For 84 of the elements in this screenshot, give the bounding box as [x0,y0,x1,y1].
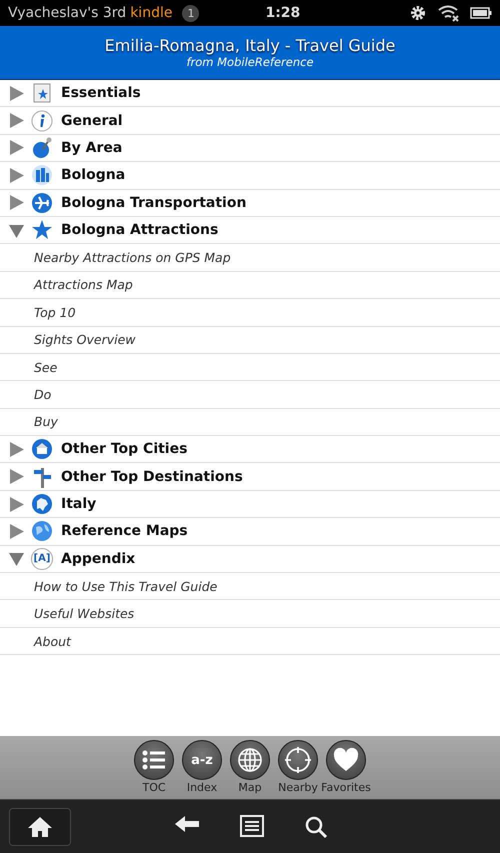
section-label: Italy [61,496,96,512]
section-label: By Area [61,140,122,156]
section-row[interactable]: [A] Appendix [0,546,500,574]
section-label: Appendix [61,550,136,567]
search-icon [304,814,328,838]
expand-triangle-icon[interactable] [8,84,25,102]
subsection-row[interactable]: About [0,628,500,656]
battery-icon [470,7,492,19]
crosshair-icon [284,746,312,774]
section-row[interactable]: Other Top Cities [0,436,500,464]
section-row[interactable]: General [0,107,500,135]
back-arrow-icon [174,814,200,832]
list-icon [142,749,166,771]
expand-triangle-icon[interactable] [8,112,25,130]
pushpin-icon [31,136,53,159]
expand-triangle-icon[interactable] [8,496,25,513]
house-icon [31,438,53,460]
settings-icon[interactable] [410,5,426,21]
expand-triangle-icon[interactable] [8,468,25,486]
section-label: Essentials [61,85,141,102]
subsection-row[interactable]: Useful Websites [0,600,500,628]
section-label: Bologna Transportation [61,194,246,211]
europe-map-icon [31,493,53,516]
section-label: Other Top Cities [61,441,188,458]
expand-triangle-icon[interactable] [8,139,25,156]
section-label: Bologna Attractions [61,222,218,238]
section-row[interactable]: Other Top Destinations [0,463,500,491]
search-button[interactable] [304,814,328,838]
subsection-label: Nearby Attractions on GPS Map [34,250,231,266]
subsection-row[interactable]: Attractions Map [0,272,500,300]
expand-triangle-icon[interactable] [8,166,25,184]
signpost-icon [31,466,53,488]
a-z-glyph: a-z [191,752,213,768]
home-icon [27,816,53,838]
globe-icon [237,747,263,773]
menu-button[interactable] [240,814,264,838]
section-row[interactable]: Reference Maps [0,518,500,546]
buildings-icon [31,164,53,186]
airplane-icon [31,192,53,214]
section-label: Bologna [61,167,126,184]
subsection-label: Attractions Map [34,277,133,292]
section-row[interactable]: Bologna [0,162,500,190]
subsection-label: See [34,360,58,375]
subsection-label: About [34,634,71,648]
expand-triangle-icon[interactable] [8,194,25,212]
subsection-label: Buy [34,414,58,430]
heart-icon [332,747,360,773]
subsection-row[interactable]: See [0,354,500,382]
subsection-label: Sights Overview [34,332,136,348]
section-row[interactable]: Essentials [0,80,500,108]
section-row[interactable]: Italy [0,490,500,518]
device-name: Vyacheslav's 3rd [8,5,126,21]
collapse-triangle-icon[interactable] [8,550,25,568]
subsection-row[interactable]: Top 10 [0,299,500,327]
subsection-row[interactable]: Do [0,381,500,409]
section-label: Reference Maps [61,523,188,540]
subsection-label: Top 10 [34,304,76,320]
home-button[interactable] [9,808,71,846]
expand-triangle-icon[interactable] [8,522,25,540]
guide-subtitle: from MobileReference [186,55,314,69]
appendix-icon: [A] [31,548,53,570]
section-label: Other Top Destinations [61,468,243,485]
star-icon [31,219,53,242]
guide-title: Emilia-Romagna, Italy - Travel Guide [104,36,396,55]
clock-time: 1:28 [265,5,300,21]
star-note-icon [31,82,53,104]
section-row[interactable]: Bologna Attractions [0,216,500,244]
subsection-label: Do [34,386,52,402]
subsection-row[interactable]: Buy [0,408,500,436]
expand-triangle-icon[interactable] [8,440,25,458]
subsection-row[interactable]: Nearby Attractions on GPS Map [0,244,500,272]
info-icon [31,110,53,132]
section-row[interactable]: Bologna Transportation [0,190,500,217]
section-row[interactable]: By Area [0,134,500,162]
brand-name: kindle [130,5,172,21]
section-label: General [61,112,123,129]
subsection-row[interactable]: How to Use This Travel Guide [0,573,500,600]
subsection-row[interactable]: Sights Overview [0,326,500,354]
notification-count[interactable]: 1 [182,4,200,22]
globe-icon [31,520,53,542]
menu-icon [240,814,264,836]
subsection-label: Useful Websites [34,606,134,622]
wifi-off-icon [438,4,460,22]
subsection-label: How to Use This Travel Guide [34,578,218,594]
